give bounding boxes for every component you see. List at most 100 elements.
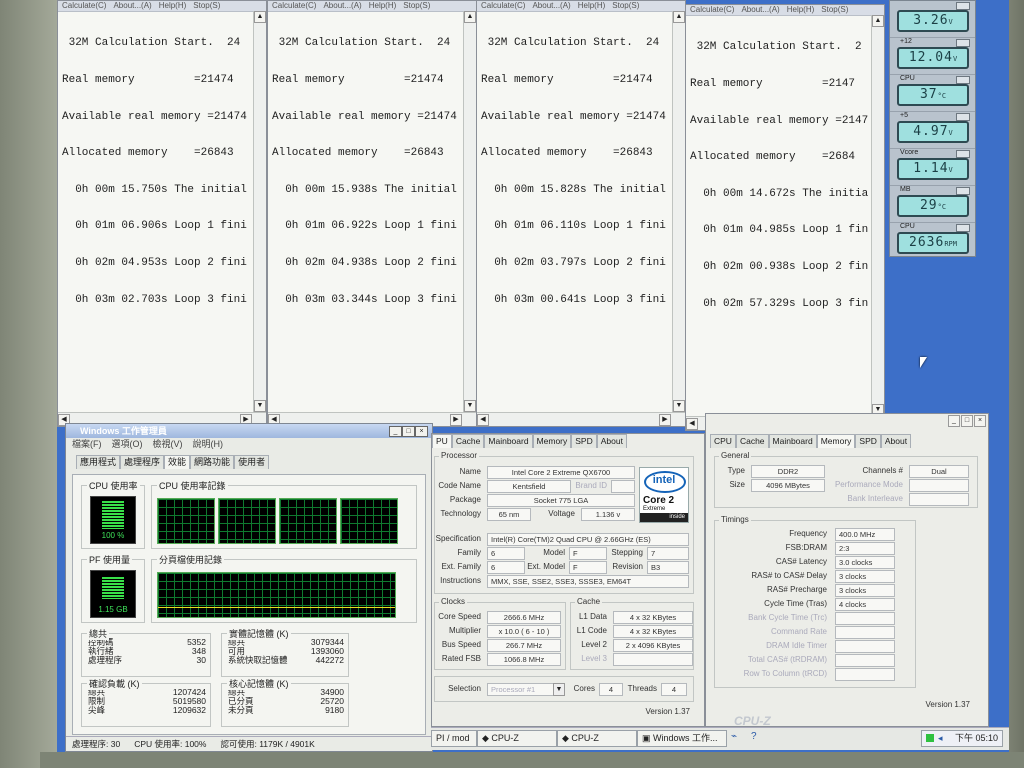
gauge-toggle-button[interactable] (956, 187, 970, 195)
scroll-up-icon[interactable]: ▲ (464, 11, 476, 23)
tab-about[interactable]: About (596, 434, 627, 448)
gauge-toggle-button[interactable] (956, 150, 970, 158)
menu-about[interactable]: About...(A) (113, 1, 151, 11)
scroll-left-icon[interactable]: ◀ (686, 418, 698, 430)
superpi-window-4[interactable]: Calculate(C) About...(A) Help(H) Stop(S)… (685, 4, 885, 431)
cpuz-tabs: PU Cache Mainboard Memory SPD About (432, 434, 627, 448)
menu-calculate[interactable]: Calculate(C) (690, 5, 734, 15)
gauge-toggle-button[interactable] (956, 39, 970, 47)
vertical-scrollbar[interactable]: ▲ ▼ (672, 11, 685, 412)
scroll-down-icon[interactable]: ▼ (254, 400, 266, 412)
tab-users[interactable]: 使用者 (234, 455, 270, 469)
menu-about[interactable]: About...(A) (532, 1, 570, 11)
menu-calculate[interactable]: Calculate(C) (272, 1, 316, 11)
superpi-window-2[interactable]: Calculate(C) About...(A) Help(H) Stop(S)… (267, 0, 477, 427)
task-manager-titlebar[interactable]: Windows 工作管理員 _ □ × (66, 424, 432, 438)
scroll-down-icon[interactable]: ▼ (673, 400, 685, 412)
tray-status-icon[interactable] (926, 734, 934, 742)
tab-applications[interactable]: 應用程式 (76, 455, 121, 469)
chevron-down-icon[interactable]: ▼ (553, 683, 565, 696)
close-button[interactable]: × (415, 426, 428, 437)
menu-view[interactable]: 檢視(V) (153, 438, 183, 451)
maximize-button[interactable]: □ (961, 415, 973, 427)
maximize-button[interactable]: □ (402, 426, 415, 437)
tab-mainboard[interactable]: Mainboard (484, 434, 533, 448)
scroll-up-icon[interactable]: ▲ (254, 11, 266, 23)
tab-cache[interactable]: Cache (451, 434, 485, 448)
menu-stop[interactable]: Stop(S) (403, 1, 430, 11)
scroll-up-icon[interactable]: ▲ (673, 11, 685, 23)
gauge-vcore: Vcore 1.14V (890, 149, 975, 186)
selection-dropdown[interactable]: Processor #1 (487, 683, 559, 696)
scroll-right-icon[interactable]: ▶ (659, 414, 671, 426)
tab-memory[interactable]: Memory (532, 434, 572, 448)
menu-about[interactable]: About...(A) (323, 1, 361, 11)
menu-options[interactable]: 選項(O) (112, 438, 143, 451)
tab-mainboard[interactable]: Mainboard (768, 434, 817, 448)
taskbar-button-superpi[interactable]: PI / mod (431, 730, 477, 747)
gauge-toggle-button[interactable] (956, 2, 970, 10)
stat-label: 處理程序 (88, 655, 123, 665)
cache-group: Cache L1 Data 4 x 32 KBytes L1 Code 4 x … (570, 597, 694, 670)
tab-processes[interactable]: 處理程序 (120, 455, 165, 469)
task-manager-window[interactable]: Windows 工作管理員 _ □ × 檔案(F) 選項(O) 檢視(V) 說明… (65, 423, 433, 752)
menu-about[interactable]: About...(A) (741, 5, 779, 15)
brand-id-label: Brand ID (575, 481, 607, 490)
timings-group: Timings Frequency 400.0 MHz FSB:DRAM 2:3… (714, 515, 916, 688)
network-icon[interactable]: ⌁ (731, 731, 737, 742)
volume-icon[interactable]: ◂ (938, 731, 943, 746)
scroll-right-icon[interactable]: ▶ (450, 414, 462, 426)
tab-cpu[interactable]: CPU (710, 434, 736, 448)
taskbar-button-task-manager[interactable]: ▣ Windows 工作... (637, 730, 727, 747)
tab-networking[interactable]: 網路功能 (190, 455, 235, 469)
menu-help[interactable]: 說明(H) (193, 438, 224, 451)
l1-data-label: L1 Data (578, 612, 607, 621)
vertical-scrollbar[interactable]: ▲ ▼ (463, 11, 476, 412)
technology-label: Technology (440, 509, 481, 518)
menu-stop[interactable]: Stop(S) (612, 1, 639, 11)
output-line: 0h 02m 03.797s Loop 2 fini (481, 257, 666, 270)
menu-help[interactable]: Help(H) (578, 1, 606, 11)
menu-file[interactable]: 檔案(F) (72, 438, 102, 451)
menu-help[interactable]: Help(H) (159, 1, 187, 11)
superpi-window-3[interactable]: Calculate(C) About...(A) Help(H) Stop(S)… (476, 0, 686, 427)
gauge-value: 12.04 (908, 50, 953, 65)
tab-cpu[interactable]: PU (432, 434, 452, 448)
menu-help[interactable]: Help(H) (369, 1, 397, 11)
tab-memory[interactable]: Memory (816, 434, 856, 448)
cpuz-memory-window[interactable]: _ □ × CPU Cache Mainboard Memory SPD Abo… (705, 413, 989, 727)
taskbar-button-cpuz-2[interactable]: ◆ CPU-Z (557, 730, 637, 747)
gauge-toggle-button[interactable] (956, 224, 970, 232)
help-icon[interactable]: ? (751, 731, 757, 742)
menu-calculate[interactable]: Calculate(C) (62, 1, 106, 11)
menu-stop[interactable]: Stop(S) (193, 1, 220, 11)
gauge-toggle-button[interactable] (956, 113, 970, 121)
minimize-button[interactable]: _ (389, 426, 402, 437)
tab-cache[interactable]: Cache (735, 434, 769, 448)
menu-stop[interactable]: Stop(S) (821, 5, 848, 15)
horizontal-scrollbar[interactable]: ◀ ▶ (477, 412, 685, 426)
tab-about[interactable]: About (880, 434, 912, 448)
tab-spd[interactable]: SPD (855, 434, 881, 448)
menu-calculate[interactable]: Calculate(C) (481, 1, 525, 11)
close-button[interactable]: × (974, 415, 986, 427)
scroll-left-icon[interactable]: ◀ (477, 414, 489, 426)
vertical-scrollbar[interactable]: ▲ ▼ (253, 11, 266, 412)
gauge-toggle-button[interactable] (956, 76, 970, 84)
scroll-up-icon[interactable]: ▲ (872, 15, 884, 27)
tab-spd[interactable]: SPD (571, 434, 597, 448)
scroll-down-icon[interactable]: ▼ (464, 400, 476, 412)
intel-logo-brand: intel (652, 474, 676, 486)
taskbar-button-cpuz-1[interactable]: ◆ CPU-Z (477, 730, 557, 747)
vertical-scrollbar[interactable]: ▲ ▼ (871, 15, 884, 416)
channels-value: Dual (909, 465, 969, 478)
minimize-button[interactable]: _ (948, 415, 960, 427)
cpuz-cpu-window[interactable]: PU Cache Mainboard Memory SPD About Proc… (431, 433, 705, 727)
menu-help[interactable]: Help(H) (787, 5, 815, 15)
pf-history-group: 分頁檔使用記錄 (151, 553, 417, 623)
superpi-window-1[interactable]: Calculate(C) About...(A) Help(H) Stop(S)… (57, 0, 267, 427)
tab-performance[interactable]: 效能 (164, 455, 191, 469)
threads-label: Threads (627, 684, 657, 693)
bus-speed-value: 266.7 MHz (487, 639, 561, 652)
gauge-readout: 37°C (897, 84, 969, 106)
